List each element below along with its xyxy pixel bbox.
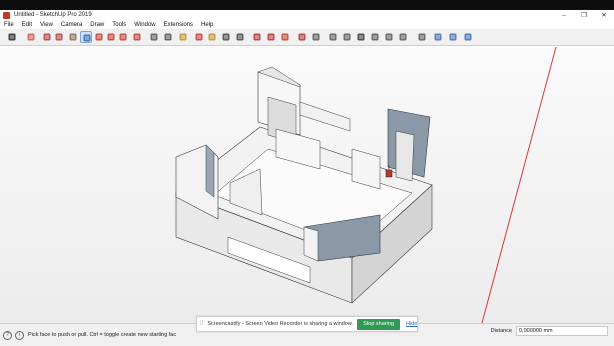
pan-tool-icon[interactable] [206, 31, 218, 43]
close-button[interactable]: ✕ [594, 10, 614, 20]
measure-label: Distance [490, 328, 512, 334]
menu-view[interactable]: View [36, 22, 57, 28]
zoom-tool-icon[interactable] [220, 31, 232, 43]
stop-sharing-button[interactable]: Stop sharing [357, 318, 400, 330]
menu-bar: File Edit View Camera Draw Tools Window … [0, 20, 614, 29]
measure-input[interactable]: 0,000000 mm [516, 326, 608, 336]
help-icon[interactable]: ? [3, 330, 12, 340]
left-view-tool-icon[interactable] [397, 31, 409, 43]
modeling-viewport[interactable] [0, 47, 614, 323]
status-hint: Pick face to push or pull. Ctrl = toggle… [28, 332, 177, 338]
section-cut-tool-icon[interactable] [447, 31, 459, 43]
style-tool-icon[interactable] [310, 31, 322, 43]
layout-tool-icon[interactable] [279, 31, 291, 43]
menu-window[interactable]: Window [130, 22, 159, 28]
maximize-button[interactable]: ❐ [574, 10, 594, 20]
title-strip [0, 0, 614, 10]
section-plane-tool-icon[interactable] [416, 31, 428, 43]
red-axis [481, 47, 557, 323]
extension-warehouse-tool-icon[interactable] [265, 31, 277, 43]
menu-camera[interactable]: Camera [57, 22, 86, 28]
extension-manager-tool-icon[interactable] [296, 31, 308, 43]
rotate-tool-icon[interactable] [117, 31, 129, 43]
model-canvas[interactable] [0, 47, 614, 323]
tape-measure-tool-icon[interactable] [148, 31, 160, 43]
menu-edit[interactable]: Edit [18, 22, 36, 28]
line-tool-icon[interactable] [41, 31, 53, 43]
main-toolbar [0, 29, 614, 46]
menu-extensions[interactable]: Extensions [160, 22, 197, 28]
rectangle-tool-icon[interactable] [67, 31, 79, 43]
offset-tool-icon[interactable] [93, 31, 105, 43]
eraser-tool-icon[interactable] [25, 31, 37, 43]
window-title: Untitled - SketchUp Pro 2019 [14, 12, 92, 18]
front-view-tool-icon[interactable] [355, 31, 367, 43]
paint-bucket-tool-icon[interactable] [177, 31, 189, 43]
warehouse-tool-icon[interactable] [251, 31, 263, 43]
orbit-tool-icon[interactable] [193, 31, 205, 43]
scale-tool-icon[interactable] [131, 31, 143, 43]
menu-help[interactable]: Help [197, 22, 217, 28]
back-view-tool-icon[interactable] [383, 31, 395, 43]
box-model[interactable] [175, 66, 433, 304]
sketchup-logo-icon [3, 11, 10, 19]
minimize-button[interactable]: – [554, 10, 574, 20]
measurements-box: Distance 0,000000 mm [491, 326, 608, 336]
text-tool-icon[interactable] [162, 31, 174, 43]
right-view-tool-icon[interactable] [369, 31, 381, 43]
drag-handle-icon[interactable]: ⁞⁞ [200, 321, 203, 327]
geolocation-icon[interactable]: i [15, 330, 24, 340]
menu-tools[interactable]: Tools [108, 22, 130, 28]
window-controls: – ❐ ✕ [554, 10, 614, 20]
sharing-message: Screencastify - Screen Video Recorder is… [207, 321, 354, 327]
top-view-tool-icon[interactable] [341, 31, 353, 43]
section-fill-tool-icon[interactable] [462, 31, 474, 43]
hide-link[interactable]: Hide [406, 321, 417, 327]
move-tool-icon[interactable] [105, 31, 117, 43]
iso-view-tool-icon[interactable] [327, 31, 339, 43]
menu-file[interactable]: File [0, 22, 18, 28]
sharing-notification: ⁞⁞ Screencastify - Screen Video Recorder… [196, 316, 418, 332]
menu-draw[interactable]: Draw [86, 22, 108, 28]
zoom-extents-tool-icon[interactable] [234, 31, 246, 43]
title-bar: Untitled - SketchUp Pro 2019 – ❐ ✕ [0, 10, 614, 20]
section-display-tool-icon[interactable] [432, 31, 444, 43]
push-pull-tool-icon[interactable] [80, 31, 92, 43]
arc-tool-icon[interactable] [53, 31, 65, 43]
select-tool-icon[interactable] [6, 31, 18, 43]
